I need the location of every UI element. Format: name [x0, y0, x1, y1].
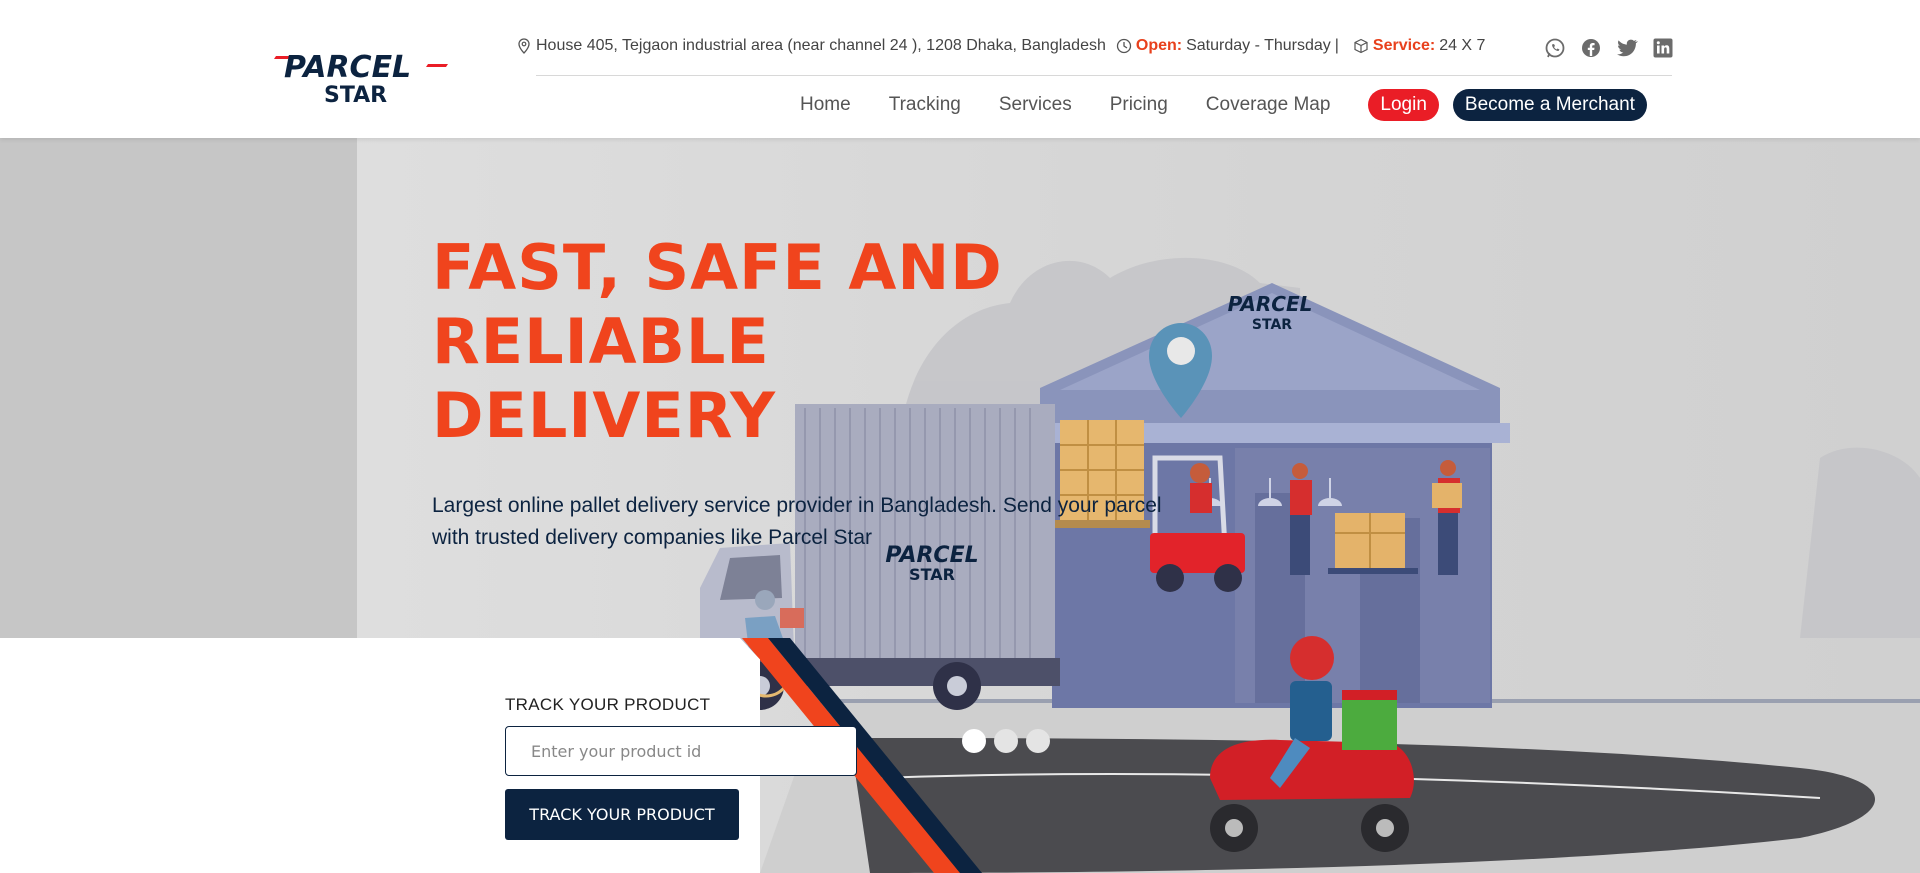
headline-line-3: DELIVERY: [432, 379, 776, 452]
login-button[interactable]: Login: [1368, 89, 1439, 121]
carousel-dots: [962, 729, 1050, 753]
service-value: 24 X 7: [1439, 37, 1486, 54]
warehouse-logo-parcel: PARCEL: [1228, 292, 1313, 316]
contact-topbar: House 405, Tejgaon industrial area (near…: [516, 34, 1495, 58]
open-hours: Open: Saturday - Thursday |: [1116, 37, 1343, 55]
topbar-separator: |: [1334, 37, 1339, 54]
open-label: Open:: [1135, 37, 1183, 54]
truck-logo-star: STAR: [909, 565, 955, 584]
header-divider: [536, 75, 1672, 76]
product-id-input[interactable]: [505, 726, 857, 776]
address-info: House 405, Tejgaon industrial area (near…: [516, 37, 1106, 55]
carousel-dot-3[interactable]: [1026, 729, 1050, 753]
map-pin-icon: [516, 38, 532, 54]
open-value: Saturday - Thursday: [1186, 37, 1331, 54]
track-product-label: TRACK YOUR PRODUCT: [505, 695, 711, 714]
become-merchant-button[interactable]: Become a Merchant: [1452, 89, 1647, 121]
carousel-dot-2[interactable]: [994, 729, 1018, 753]
nav-home[interactable]: Home: [800, 94, 851, 116]
hero-subtext: Largest online pallet delivery service p…: [432, 494, 1162, 549]
service-hours: Service: 24 X 7: [1353, 37, 1486, 55]
logo-text-parcel: PARCEL: [284, 50, 411, 85]
logo-text-star: STAR: [324, 83, 387, 104]
nav-services[interactable]: Services: [999, 94, 1072, 116]
track-product-button[interactable]: TRACK YOUR PRODUCT: [505, 789, 739, 840]
main-nav: Home Tracking Services Pricing Coverage …: [800, 89, 1647, 121]
clock-icon: [1116, 38, 1132, 54]
nav-coverage-map[interactable]: Coverage Map: [1206, 94, 1331, 116]
facebook-icon[interactable]: [1578, 36, 1604, 60]
box-icon: [1353, 38, 1369, 54]
twitter-icon[interactable]: [1614, 36, 1640, 60]
carousel-dot-1[interactable]: [962, 729, 986, 753]
warehouse-logo-star: STAR: [1252, 317, 1292, 333]
whatsapp-icon[interactable]: [1542, 36, 1568, 60]
nav-tracking[interactable]: Tracking: [889, 94, 961, 116]
headline-line-2: RELIABLE: [432, 305, 770, 378]
address-text: House 405, Tejgaon industrial area (near…: [536, 37, 1106, 54]
headline-line-1: FAST, SAFE AND: [432, 231, 1003, 304]
linkedin-icon[interactable]: [1650, 36, 1676, 60]
hero-headline: FAST, SAFE AND RELIABLE DELIVERY: [432, 231, 1052, 453]
site-header: PARCEL STAR House 405, Tejgaon industria…: [0, 0, 1920, 138]
hero-slider: PARCEL STAR PARCEL STAR FAST, SAFE AND R…: [0, 138, 1920, 873]
parcel-star-logo[interactable]: PARCEL STAR: [272, 44, 460, 104]
nav-pricing[interactable]: Pricing: [1110, 94, 1168, 116]
social-links: [1542, 36, 1676, 60]
service-label: Service:: [1372, 37, 1436, 54]
